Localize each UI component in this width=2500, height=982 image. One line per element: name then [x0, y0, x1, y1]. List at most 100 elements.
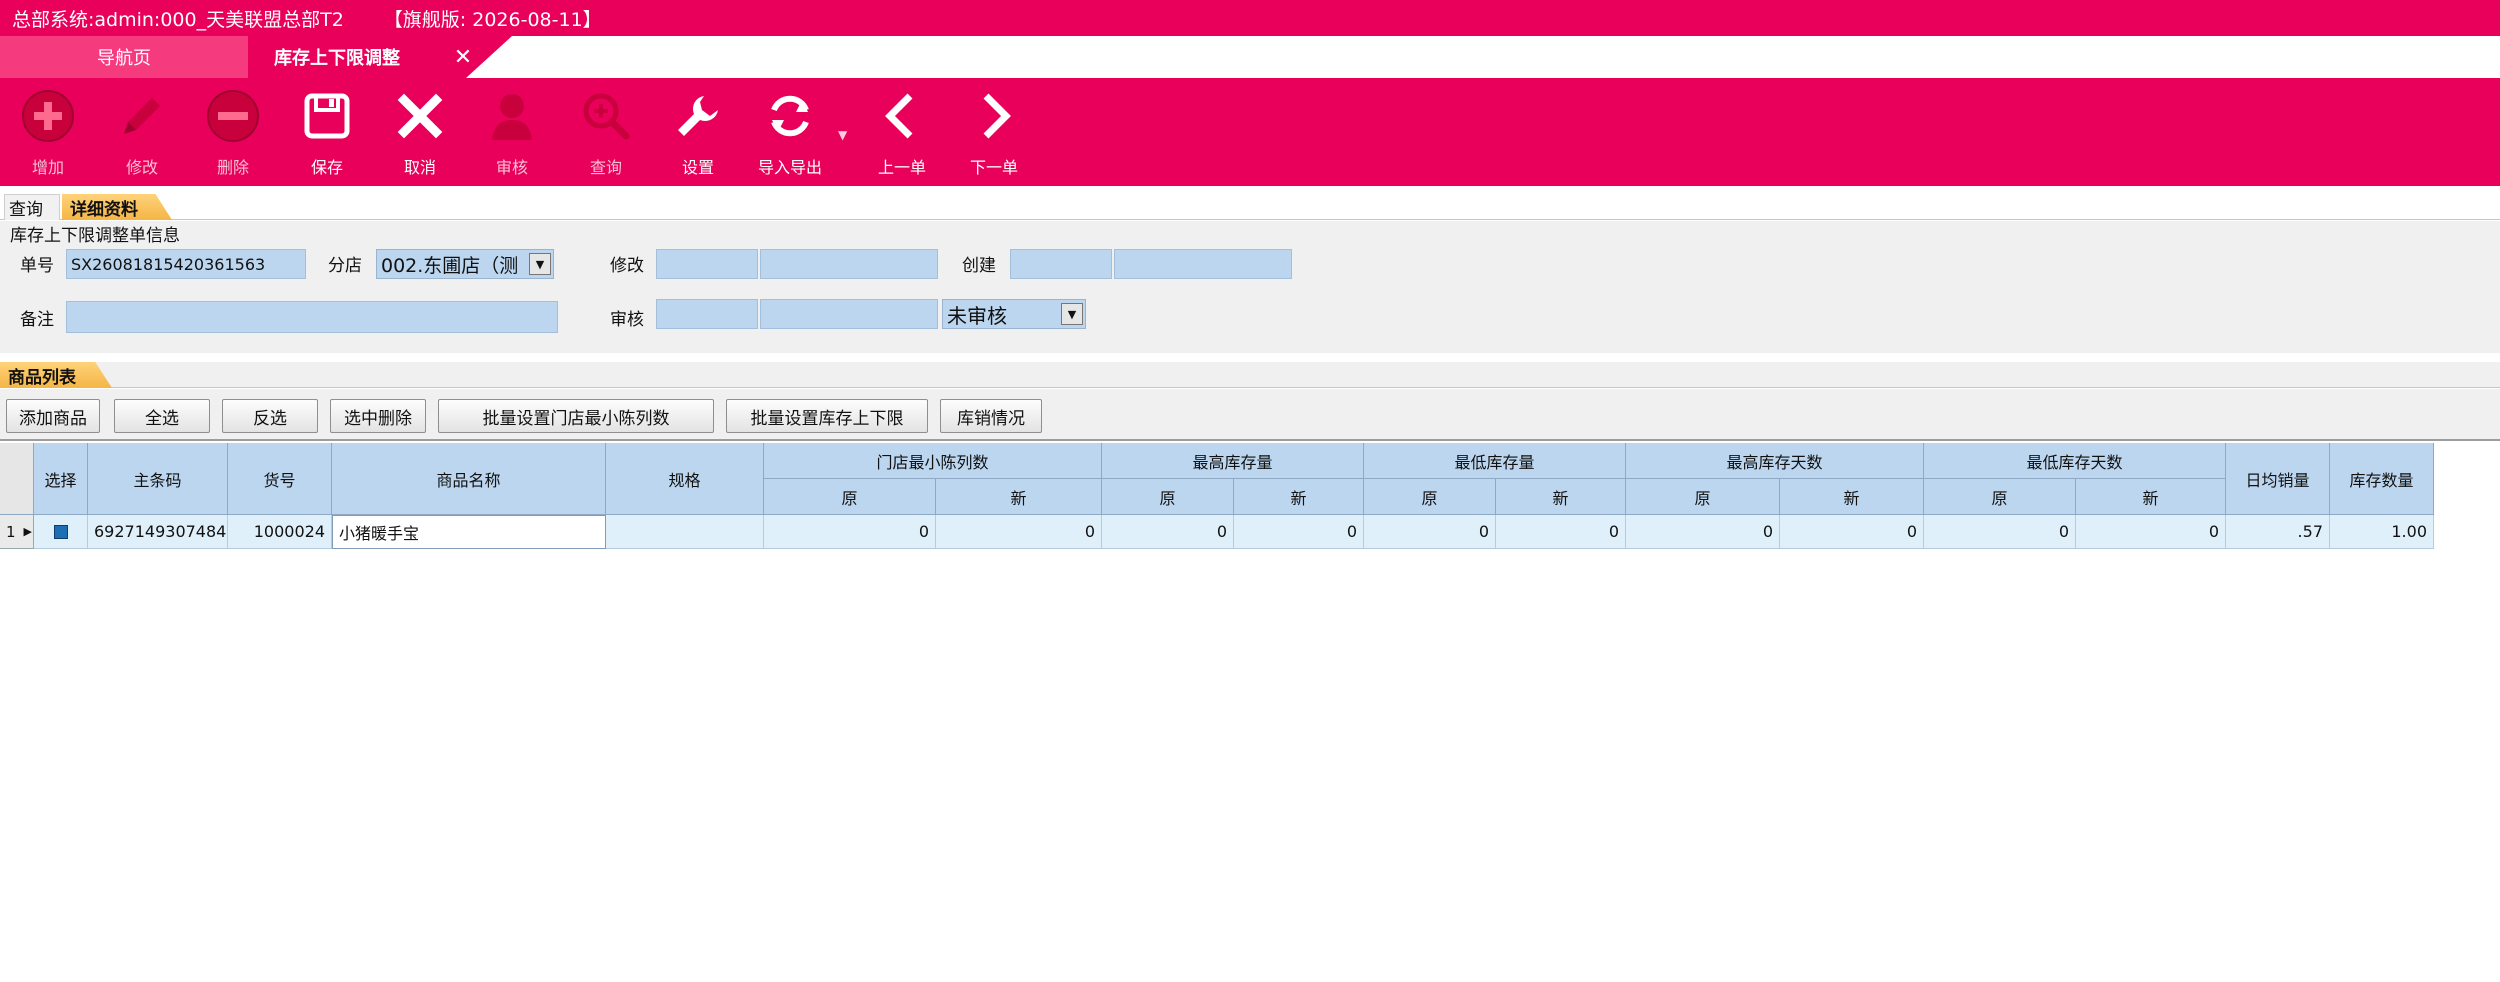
- col-group-min-display: 门店最小陈列数: [764, 443, 1102, 479]
- audit-user-field[interactable]: [656, 299, 758, 329]
- tab-navigation[interactable]: 导航页: [0, 36, 248, 78]
- min-stock-new-cell[interactable]: 0: [1496, 515, 1626, 549]
- max-days-new-cell[interactable]: 0: [1780, 515, 1924, 549]
- cancel-button[interactable]: 取消: [380, 88, 460, 180]
- save-button[interactable]: 保存: [287, 88, 367, 180]
- itemno-cell[interactable]: 1000024: [228, 515, 332, 549]
- col-min-stock-new[interactable]: 新: [1496, 479, 1626, 515]
- col-min-display-orig[interactable]: 原: [764, 479, 936, 515]
- min-stock-orig-cell[interactable]: 0: [1364, 515, 1496, 549]
- name-cell[interactable]: 小猪暖手宝: [332, 515, 606, 549]
- col-min-stock-orig[interactable]: 原: [1364, 479, 1496, 515]
- edition-label: 【旗舰版: 2026-08-11】: [383, 8, 602, 31]
- create-label: 创建: [962, 256, 996, 276]
- product-list-header: 商品列表: [0, 362, 2500, 388]
- audit-time-field[interactable]: [760, 299, 938, 329]
- col-name[interactable]: 商品名称: [332, 443, 606, 515]
- delete-selected-button[interactable]: 选中删除: [330, 399, 426, 433]
- col-max-stock-orig[interactable]: 原: [1102, 479, 1234, 515]
- col-stock-qty[interactable]: 库存数量: [2330, 443, 2434, 515]
- order-info-form: 库存上下限调整单信息 单号 SX26081815420361563 分店 002…: [0, 221, 2500, 353]
- row-indicator[interactable]: 1 ▶: [0, 515, 34, 549]
- order-no-field[interactable]: SX26081815420361563: [66, 249, 306, 279]
- import-export-button[interactable]: 导入导出: [750, 88, 830, 180]
- branch-value: 002.东圃店（测: [381, 254, 519, 277]
- col-barcode[interactable]: 主条码: [88, 443, 228, 515]
- audit-button[interactable]: 审核: [472, 88, 552, 180]
- col-max-days-new[interactable]: 新: [1780, 479, 1924, 515]
- previous-order-button[interactable]: 上一单: [862, 88, 942, 180]
- row-header-corner: [0, 443, 34, 515]
- stock-qty-cell[interactable]: 1.00: [2330, 515, 2434, 549]
- tab-detail[interactable]: 详细资料: [62, 194, 172, 220]
- min-days-new-cell[interactable]: 0: [2076, 515, 2226, 549]
- query-button[interactable]: 查询: [566, 88, 646, 180]
- settings-button[interactable]: 设置: [658, 88, 738, 180]
- refresh-icon: [771, 95, 809, 137]
- toolbar: 增加 修改 删除 保存 取消 审核 查询 设置 导入导出 ▼ 上一单 下一单: [0, 78, 2500, 186]
- import-export-dropdown-icon[interactable]: ▼: [838, 128, 847, 142]
- tab-product-list[interactable]: 商品列表: [0, 362, 112, 388]
- chevron-down-icon[interactable]: ▼: [1061, 303, 1083, 325]
- product-grid: 选择 主条码 货号 商品名称 规格 门店最小陈列数 原 新 最高库存量 原 新 …: [0, 443, 2500, 982]
- col-daily-sales[interactable]: 日均销量: [2226, 443, 2330, 515]
- audit-label: 审核: [610, 310, 644, 330]
- batch-min-display-button[interactable]: 批量设置门店最小陈列数: [438, 399, 714, 433]
- tab-bar: 导航页 库存上下限调整 ✕: [0, 36, 2500, 78]
- order-no-label: 单号: [20, 256, 54, 276]
- floppy-disk-icon: [304, 93, 350, 139]
- close-x-icon: [397, 93, 443, 139]
- add-product-button[interactable]: 添加商品: [6, 399, 100, 433]
- modify-user-field[interactable]: [656, 249, 758, 279]
- next-order-button[interactable]: 下一单: [954, 88, 1034, 180]
- col-group-max-stock: 最高库存量: [1102, 443, 1364, 479]
- minus-circle-icon: [207, 90, 259, 142]
- tab-query[interactable]: 查询: [4, 194, 60, 220]
- table-row-select-cell[interactable]: [34, 515, 88, 549]
- modify-label: 修改: [610, 256, 644, 276]
- daily-sales-cell[interactable]: .57: [2226, 515, 2330, 549]
- chevron-down-icon[interactable]: ▼: [529, 253, 551, 275]
- min-display-orig-cell[interactable]: 0: [764, 515, 936, 549]
- max-stock-new-cell[interactable]: 0: [1234, 515, 1364, 549]
- col-itemno[interactable]: 货号: [228, 443, 332, 515]
- col-min-display-new[interactable]: 新: [936, 479, 1102, 515]
- branch-select[interactable]: 002.东圃店（测 ▼: [376, 249, 554, 279]
- wrench-icon: [678, 96, 718, 136]
- invert-selection-button[interactable]: 反选: [222, 399, 318, 433]
- audit-status-value: 未审核: [947, 303, 1007, 328]
- col-group-min-stock: 最低库存量: [1364, 443, 1626, 479]
- col-spec[interactable]: 规格: [606, 443, 764, 515]
- add-button[interactable]: 增加: [8, 88, 88, 180]
- col-max-stock-new[interactable]: 新: [1234, 479, 1364, 515]
- spec-cell[interactable]: [606, 515, 764, 549]
- plus-circle-icon: [22, 90, 74, 142]
- create-time-field[interactable]: [1114, 249, 1292, 279]
- min-days-orig-cell[interactable]: 0: [1924, 515, 2076, 549]
- min-display-new-cell[interactable]: 0: [936, 515, 1102, 549]
- chevron-left-icon: [885, 93, 913, 139]
- col-min-days-orig[interactable]: 原: [1924, 479, 2076, 515]
- max-days-orig-cell[interactable]: 0: [1626, 515, 1780, 549]
- audit-status-select[interactable]: 未审核 ▼: [942, 299, 1086, 329]
- max-stock-orig-cell[interactable]: 0: [1102, 515, 1234, 549]
- remark-field[interactable]: [66, 301, 558, 333]
- row-checkbox[interactable]: [53, 524, 68, 539]
- tab-stock-limit-adjust[interactable]: 库存上下限调整: [248, 36, 466, 78]
- system-title: 总部系统:admin:000_天美联盟总部T2: [12, 8, 344, 31]
- select-all-button[interactable]: 全选: [114, 399, 210, 433]
- batch-stock-limits-button[interactable]: 批量设置库存上下限: [726, 399, 928, 433]
- col-select[interactable]: 选择: [34, 443, 88, 515]
- form-title: 库存上下限调整单信息: [10, 226, 180, 246]
- modify-time-field[interactable]: [760, 249, 938, 279]
- edit-button[interactable]: 修改: [102, 88, 182, 180]
- col-max-days-orig[interactable]: 原: [1626, 479, 1780, 515]
- create-user-field[interactable]: [1010, 249, 1112, 279]
- tab-close-icon[interactable]: ✕: [448, 36, 478, 78]
- barcode-cell[interactable]: 6927149307484: [88, 515, 228, 549]
- col-min-days-new[interactable]: 新: [2076, 479, 2226, 515]
- row-pointer-icon: ▶: [23, 525, 33, 538]
- col-group-max-days: 最高库存天数: [1626, 443, 1924, 479]
- delete-button[interactable]: 删除: [193, 88, 273, 180]
- stock-sales-button[interactable]: 库销情况: [940, 399, 1042, 433]
